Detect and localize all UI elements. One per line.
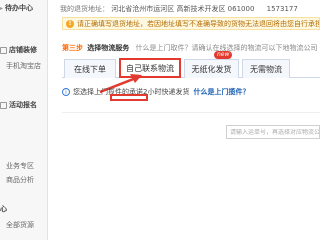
sidebar-item-label: 活动报名 bbox=[9, 101, 37, 109]
tab-no-logistics[interactable]: 无需物流 bbox=[242, 59, 290, 78]
sidebar-item-label: 手机淘宝店 bbox=[6, 62, 41, 70]
warning-text: 请正确填写退货地址，若因地址填写不准确导致的货物无法退回将由您自行承担责任 bbox=[77, 19, 320, 28]
activity-icon bbox=[0, 101, 7, 109]
sidebar-item-activity[interactable]: 活动报名 bbox=[0, 99, 37, 111]
info-icon: i bbox=[62, 88, 70, 96]
store-icon bbox=[0, 46, 7, 54]
highlight-box bbox=[110, 94, 148, 101]
return-address-label: 我的退货地址： bbox=[60, 5, 109, 13]
tab-label: 无需物流 bbox=[250, 64, 282, 74]
tracking-number-search[interactable] bbox=[226, 125, 320, 139]
warning-bar: ! 请正确填写退货地址，若因地址填写不准确导致的货物无法退回将由您自行承担责任 bbox=[62, 17, 320, 30]
info-highlight: 2小时快递发货 bbox=[143, 88, 190, 96]
return-address-phone: 1573177 bbox=[266, 5, 298, 13]
sidebar-item-label: 待办中心 bbox=[5, 4, 34, 12]
sidebar-item-center[interactable]: 心 bbox=[0, 203, 7, 215]
sidebar-item-business-zone[interactable]: 业务专区 bbox=[6, 160, 34, 172]
sidebar-item-mobile-store[interactable]: 手机淘宝店 bbox=[6, 60, 41, 72]
sidebar-item-store-decor[interactable]: 店铺装修 bbox=[0, 44, 37, 56]
return-address: 我的退货地址： 河北省沧州市运河区 高新技术开发区 061000 1573177 bbox=[60, 4, 298, 14]
sidebar-item-all-sources[interactable]: 全部货源 bbox=[6, 219, 34, 231]
what-is-pickup-link[interactable]: 什么是上门揽件？ bbox=[193, 87, 249, 97]
step-title: 选择物流服务 bbox=[87, 44, 130, 52]
sidebar-item-label: 心 bbox=[0, 205, 7, 213]
new-badge: new bbox=[214, 51, 233, 59]
warning-icon: ! bbox=[66, 19, 74, 28]
tab-label: 无纸化发货 bbox=[191, 64, 232, 74]
sidebar: ▸ 待办中心 店铺装修 手机淘宝店 活动报名 业务专区 商品分析 心 全部货源 bbox=[0, 0, 48, 240]
return-address-value: 河北省沧州市运河区 高新技术开发区 061000 bbox=[111, 5, 255, 13]
info-line: i 您选择上门揽件的承诺 2小时快递发货 什么是上门揽件？ bbox=[62, 86, 320, 98]
sidebar-item-label: 全部货源 bbox=[6, 221, 34, 229]
step-header: 第三步 选择物流服务 什么是上门取件？请确认在线选择的物流可以下地物流公司 bbox=[62, 43, 317, 53]
sidebar-item-product-analysis[interactable]: 商品分析 bbox=[6, 174, 34, 186]
sidebar-item-label: 业务专区 bbox=[6, 162, 34, 170]
divider bbox=[62, 112, 320, 113]
sidebar-item-label: 商品分析 bbox=[6, 176, 34, 184]
sidebar-item-todo[interactable]: ▸ 待办中心 bbox=[0, 2, 33, 14]
sidebar-item-label: 店铺装修 bbox=[9, 46, 37, 54]
tab-paperless-shipping[interactable]: 无纸化发货 bbox=[184, 59, 239, 78]
chevron-icon: ▸ bbox=[0, 4, 4, 12]
tracking-number-input[interactable] bbox=[230, 128, 319, 136]
step-number: 第三步 bbox=[62, 44, 83, 52]
